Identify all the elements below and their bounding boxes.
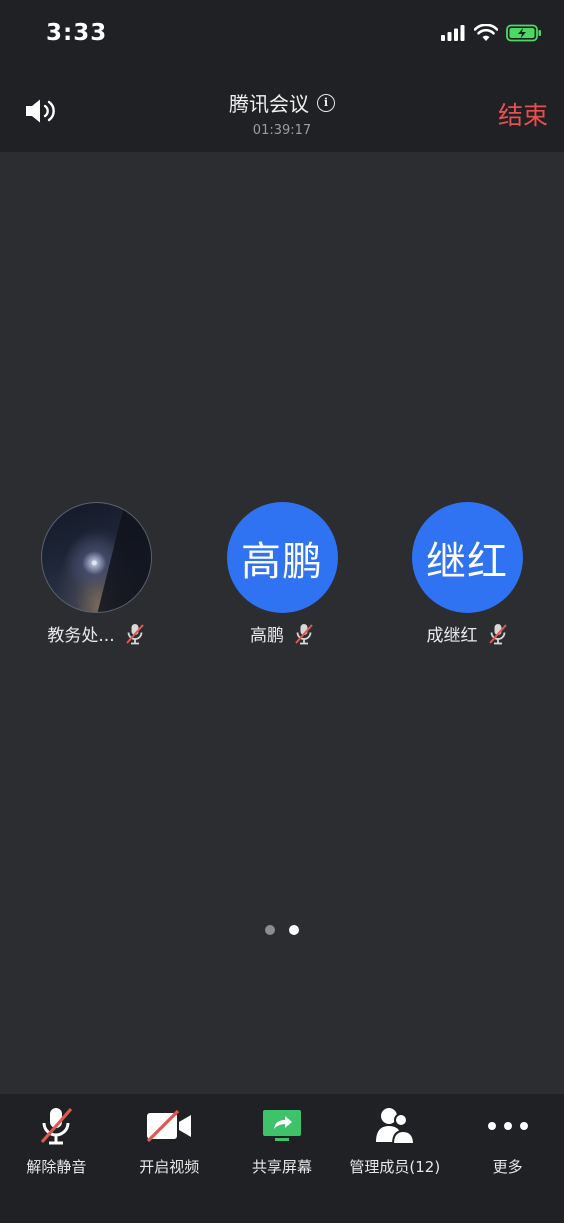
manage-members-label: 管理成员(12) xyxy=(349,1158,441,1176)
share-screen-icon xyxy=(262,1110,301,1141)
members-icon xyxy=(375,1108,415,1145)
participant-tile[interactable]: 继红 成继红 xyxy=(377,502,557,646)
page-dot[interactable] xyxy=(265,925,275,935)
meeting-header: 腾讯会议 i 01:39:17 结束 xyxy=(0,70,564,152)
participant-avatar-initials: 高鹏 xyxy=(226,502,338,613)
wifi-icon xyxy=(474,24,498,41)
signal-icon xyxy=(441,25,465,41)
more-dots-icon xyxy=(487,1122,528,1130)
mic-muted-icon xyxy=(295,623,313,644)
status-icons xyxy=(440,24,542,42)
video-off-icon xyxy=(147,1109,192,1143)
more-button[interactable]: 更多 xyxy=(451,1094,564,1223)
page-dot-active[interactable] xyxy=(289,925,299,935)
start-video-button[interactable]: 开启视频 xyxy=(113,1094,226,1223)
share-screen-button[interactable]: 共享屏幕 xyxy=(226,1094,339,1223)
unmute-label: 解除静音 xyxy=(26,1158,87,1176)
participant-avatar-photo xyxy=(40,502,152,613)
participant-name: 高鹏 xyxy=(250,626,284,646)
participant-tile[interactable]: 教务处... xyxy=(6,502,186,646)
more-label: 更多 xyxy=(492,1158,523,1176)
participant-tile[interactable]: 高鹏 高鹏 xyxy=(192,502,372,646)
start-video-label: 开启视频 xyxy=(139,1158,200,1176)
manage-members-button[interactable]: 管理成员(12) xyxy=(338,1094,451,1223)
mic-muted-icon xyxy=(41,1107,73,1145)
participant-name: 成继红 xyxy=(426,626,478,646)
page-indicator[interactable] xyxy=(0,925,564,935)
participant-avatar-initials: 继红 xyxy=(411,502,523,613)
mic-muted-icon xyxy=(488,623,507,644)
end-meeting-button[interactable]: 结束 xyxy=(498,96,548,132)
battery-icon xyxy=(506,24,541,42)
participant-name: 教务处... xyxy=(47,626,115,646)
status-bar: 3:33 xyxy=(0,0,564,70)
meeting-title-area[interactable]: 腾讯会议 i 01:39:17 xyxy=(0,88,564,138)
meeting-title: 腾讯会议 xyxy=(229,92,309,116)
info-icon[interactable]: i xyxy=(317,93,335,112)
share-screen-label: 共享屏幕 xyxy=(251,1158,312,1176)
meeting-timer: 01:39:17 xyxy=(252,123,312,138)
status-time: 3:33 xyxy=(46,20,108,46)
meeting-toolbar: 解除静音 开启视频 共享屏幕 管理成员(12) 更多 xyxy=(0,1094,564,1223)
unmute-button[interactable]: 解除静音 xyxy=(0,1094,113,1223)
mic-muted-icon xyxy=(125,623,144,644)
participant-grid: 教务处... 高鹏 高鹏 继红 成继红 xyxy=(0,502,564,652)
